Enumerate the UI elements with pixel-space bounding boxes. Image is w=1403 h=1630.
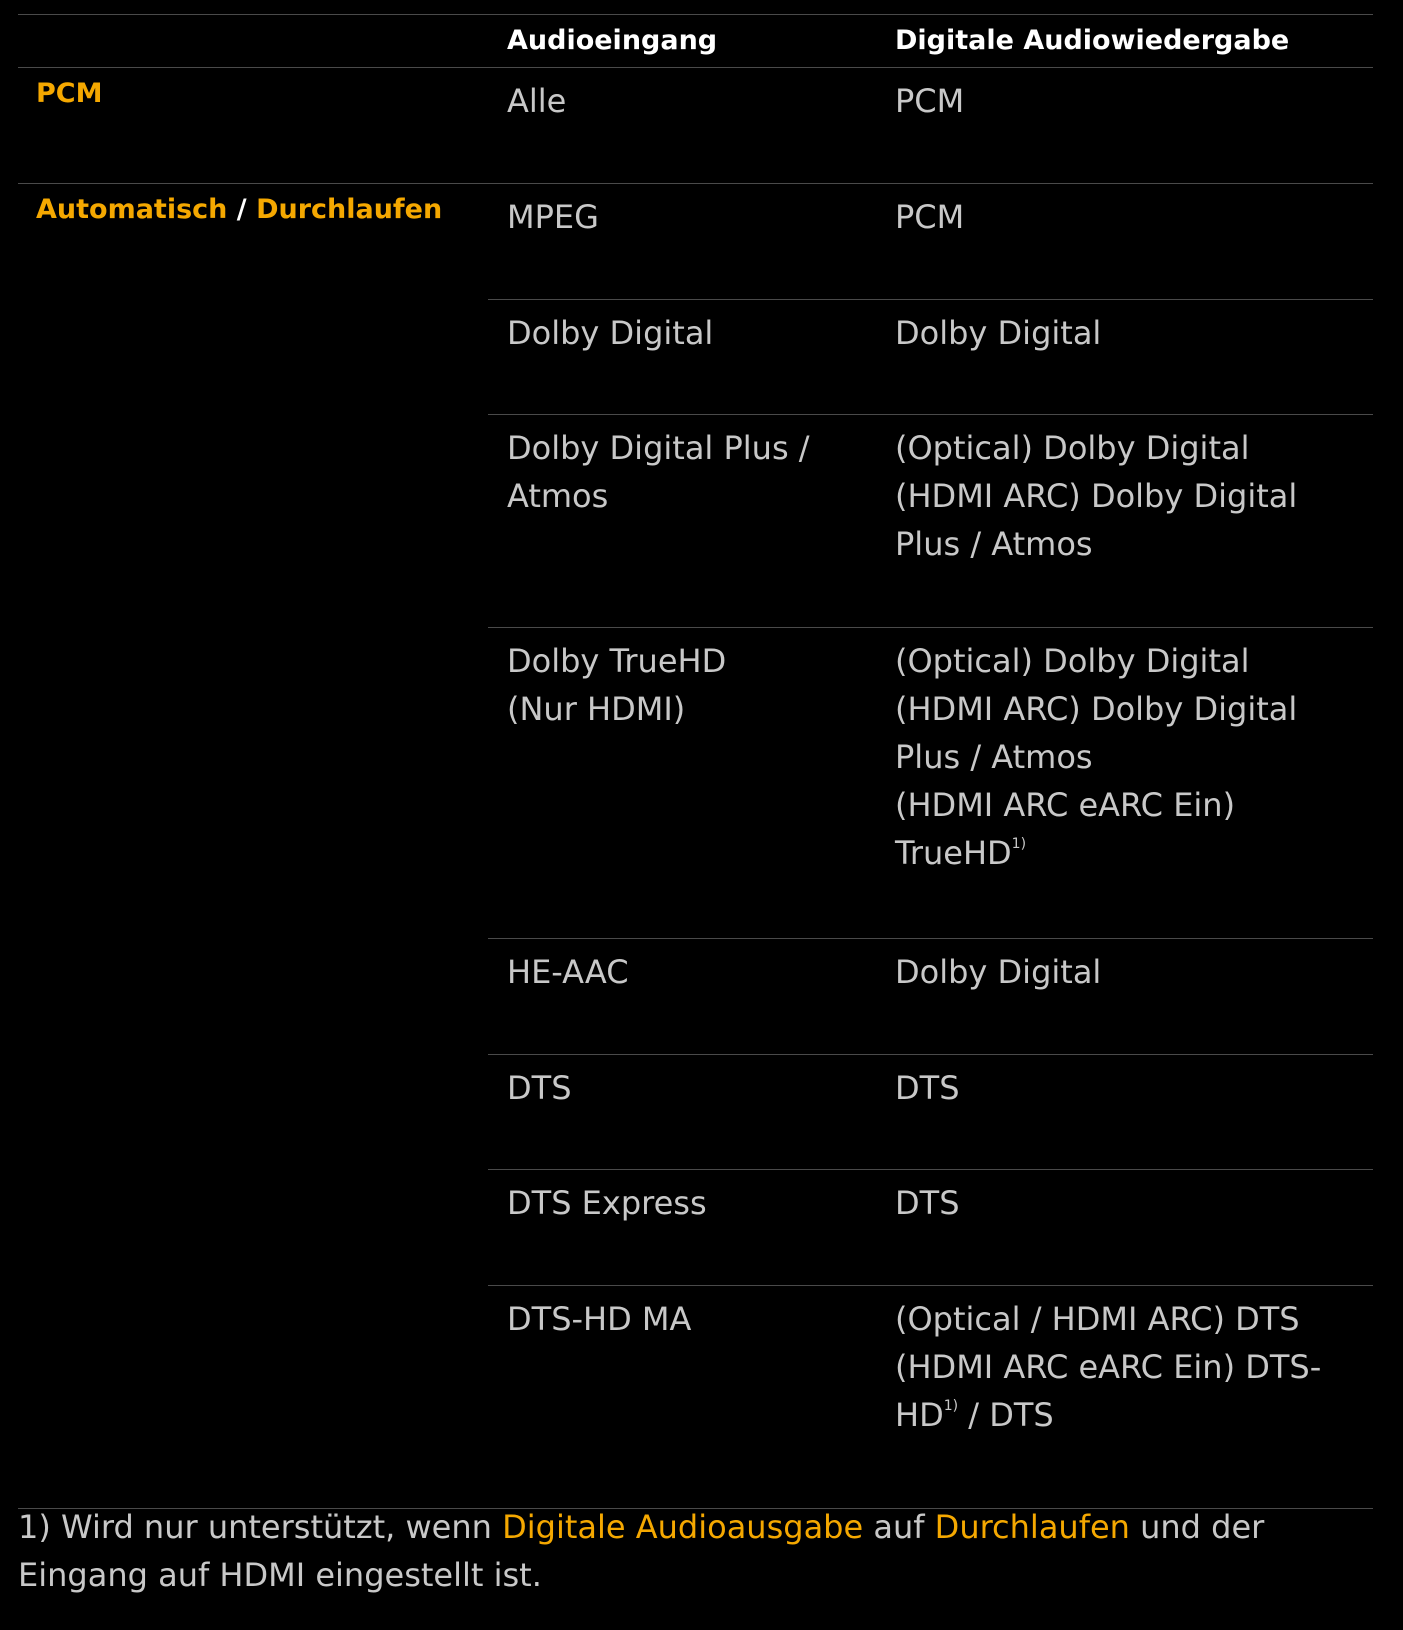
output-text: Plus / Atmos [895,525,1093,563]
output-text-with-footnote: HD1) / DTS [895,1391,1365,1439]
group-label-pcm: PCM [36,78,103,109]
row-divider [488,1169,1373,1170]
output-cell: Dolby Digital [895,309,1365,357]
output-text: TrueHD [895,834,1012,872]
row-divider [488,1285,1373,1286]
row-divider [488,938,1373,939]
table-row: PCM Alle PCM [18,68,1373,183]
output-text: Dolby Digital [895,314,1102,352]
output-cell: DTS [895,1179,1365,1227]
footnote-highlight-digital-audio-output: Digitale Audioausgabe [502,1508,864,1546]
label-separator: / [227,194,257,225]
output-cell: PCM [895,77,1365,125]
label-automatic: Automatisch [36,194,228,225]
input-text: HE-AAC [507,953,629,991]
input-cell: Dolby Digital Plus / Atmos [507,424,867,520]
input-text: DTS [507,1069,572,1107]
output-text: DTS [895,1069,960,1107]
input-text: (Nur HDMI) [507,690,686,728]
output-text: PCM [895,198,965,236]
output-cell: (Optical / HDMI ARC) DTS (HDMI ARC eARC … [895,1295,1365,1439]
output-text: (HDMI ARC eARC Ein) [895,786,1236,824]
input-cell: DTS Express [507,1179,867,1227]
output-cell: (Optical) Dolby Digital (HDMI ARC) Dolby… [895,424,1365,568]
output-text: (Optical / HDMI ARC) DTS [895,1300,1300,1338]
input-text: DTS Express [507,1184,707,1222]
row-divider [488,1054,1373,1055]
input-cell: MPEG [507,193,867,241]
footnote-marker: 1) [943,1398,959,1414]
output-text: HD [895,1396,944,1434]
output-text: Plus / Atmos [895,738,1093,776]
output-text: (HDMI ARC) Dolby Digital [895,477,1298,515]
group-label-auto-passthrough: Automatisch / Durchlaufen [36,194,442,225]
input-text: MPEG [507,198,599,236]
output-text: (Optical) Dolby Digital [895,642,1250,680]
input-cell: DTS-HD MA [507,1295,867,1343]
output-text: Dolby Digital [895,953,1102,991]
output-text: PCM [895,82,965,120]
output-cell: PCM [895,193,1365,241]
footnote-text: 1) Wird nur unterstützt, wenn [18,1508,503,1546]
output-text: (HDMI ARC) Dolby Digital [895,690,1298,728]
row-divider [488,627,1373,628]
footnote-text: und der [1129,1508,1265,1546]
output-text: DTS [895,1184,960,1222]
input-cell: Alle [507,77,867,125]
input-cell: Dolby Digital [507,309,867,357]
footnote-text: auf [863,1508,935,1546]
table-group-auto: Automatisch / Durchlaufen MPEG PCM Dolby… [18,184,1373,1508]
input-text: Alle [507,82,567,120]
output-cell: (Optical) Dolby Digital (HDMI ARC) Dolby… [895,637,1365,877]
header-digital-audio-output: Digitale Audiowiedergabe [895,25,1290,56]
footnote-line-2: Eingang auf HDMI eingestellt ist. [18,1556,542,1594]
input-text: Atmos [507,477,609,515]
output-text-tail: / DTS [958,1396,1054,1434]
input-cell: DTS [507,1064,867,1112]
output-cell: Dolby Digital [895,948,1365,996]
output-text-with-footnote: TrueHD1) [895,829,1365,877]
row-divider [488,414,1373,415]
footnote-highlight-passthrough: Durchlaufen [934,1508,1130,1546]
footnote-line-1: 1) Wird nur unterstützt, wenn Digitale A… [18,1503,1348,1551]
input-text: Dolby TrueHD [507,642,727,680]
input-cell: Dolby TrueHD (Nur HDMI) [507,637,867,733]
label-passthrough: Durchlaufen [256,194,443,225]
audio-table: Audioeingang Digitale Audiowiedergabe PC… [18,14,1373,1509]
input-cell: HE-AAC [507,948,867,996]
output-text: (HDMI ARC eARC Ein) DTS- [895,1348,1322,1386]
input-text: Dolby Digital Plus / [507,429,810,467]
input-text: Dolby Digital [507,314,714,352]
row-divider [488,299,1373,300]
output-cell: DTS [895,1064,1365,1112]
table-header: Audioeingang Digitale Audiowiedergabe [18,15,1373,67]
footnote: 1) Wird nur unterstützt, wenn Digitale A… [18,1503,1348,1599]
header-audio-input: Audioeingang [507,25,718,56]
input-text: DTS-HD MA [507,1300,692,1338]
footnote-marker: 1) [1011,836,1027,852]
output-text: (Optical) Dolby Digital [895,429,1250,467]
